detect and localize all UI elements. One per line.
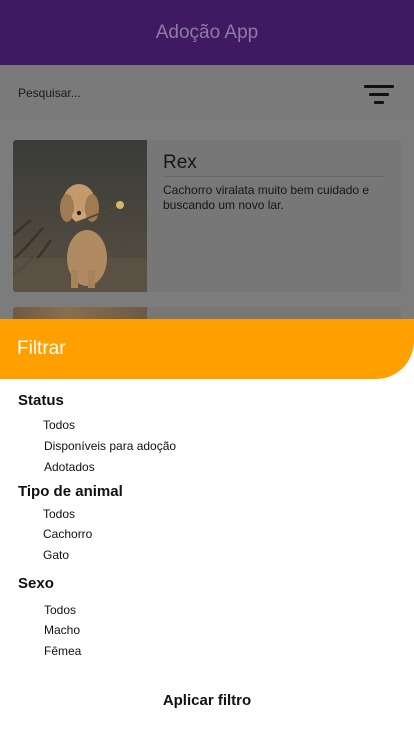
pet-description: Cachorro viralata muito bem cuidado e bu…	[163, 183, 370, 212]
search-input[interactable]	[18, 83, 318, 103]
option-status-adotados[interactable]: Adotados	[44, 460, 95, 474]
option-tipo-gato[interactable]: Gato	[43, 548, 69, 562]
filter-icon-line-top	[364, 85, 394, 88]
card-divider	[163, 176, 385, 177]
section-title-sexo: Sexo	[18, 575, 54, 592]
app-title: Adoção App	[155, 21, 259, 43]
option-tipo-todos[interactable]: Todos	[43, 507, 75, 521]
option-tipo-cachorro[interactable]: Cachorro	[43, 527, 92, 541]
option-sexo-todos[interactable]: Todos	[44, 603, 76, 617]
search-bar	[0, 65, 414, 121]
option-sexo-femea[interactable]: Fêmea	[44, 644, 81, 658]
option-status-todos[interactable]: Todos	[43, 418, 75, 432]
app-bar: Adoção App	[0, 0, 414, 65]
option-sexo-macho[interactable]: Macho	[44, 623, 80, 637]
section-title-status: Status	[18, 392, 64, 409]
filter-sheet-title: Filtrar	[17, 338, 66, 359]
filter-icon-line-bottom	[374, 101, 384, 104]
filter-sheet-header: Filtrar	[0, 319, 414, 379]
pet-photo	[13, 140, 147, 292]
pet-name: Rex	[163, 152, 197, 173]
filter-sheet: Filtrar Status Todos Disponíveis para ad…	[0, 319, 414, 736]
apply-filter-button[interactable]: Aplicar filtro	[0, 685, 414, 715]
filter-button[interactable]	[362, 82, 396, 106]
pet-card[interactable]: Rex Cachorro viralata muito bem cuidado …	[13, 140, 401, 292]
filter-icon-line-middle	[369, 93, 389, 96]
option-status-disponiveis[interactable]: Disponíveis para adoção	[44, 439, 176, 453]
section-title-tipo: Tipo de animal	[18, 483, 123, 500]
dog-photo-icon	[13, 140, 147, 292]
